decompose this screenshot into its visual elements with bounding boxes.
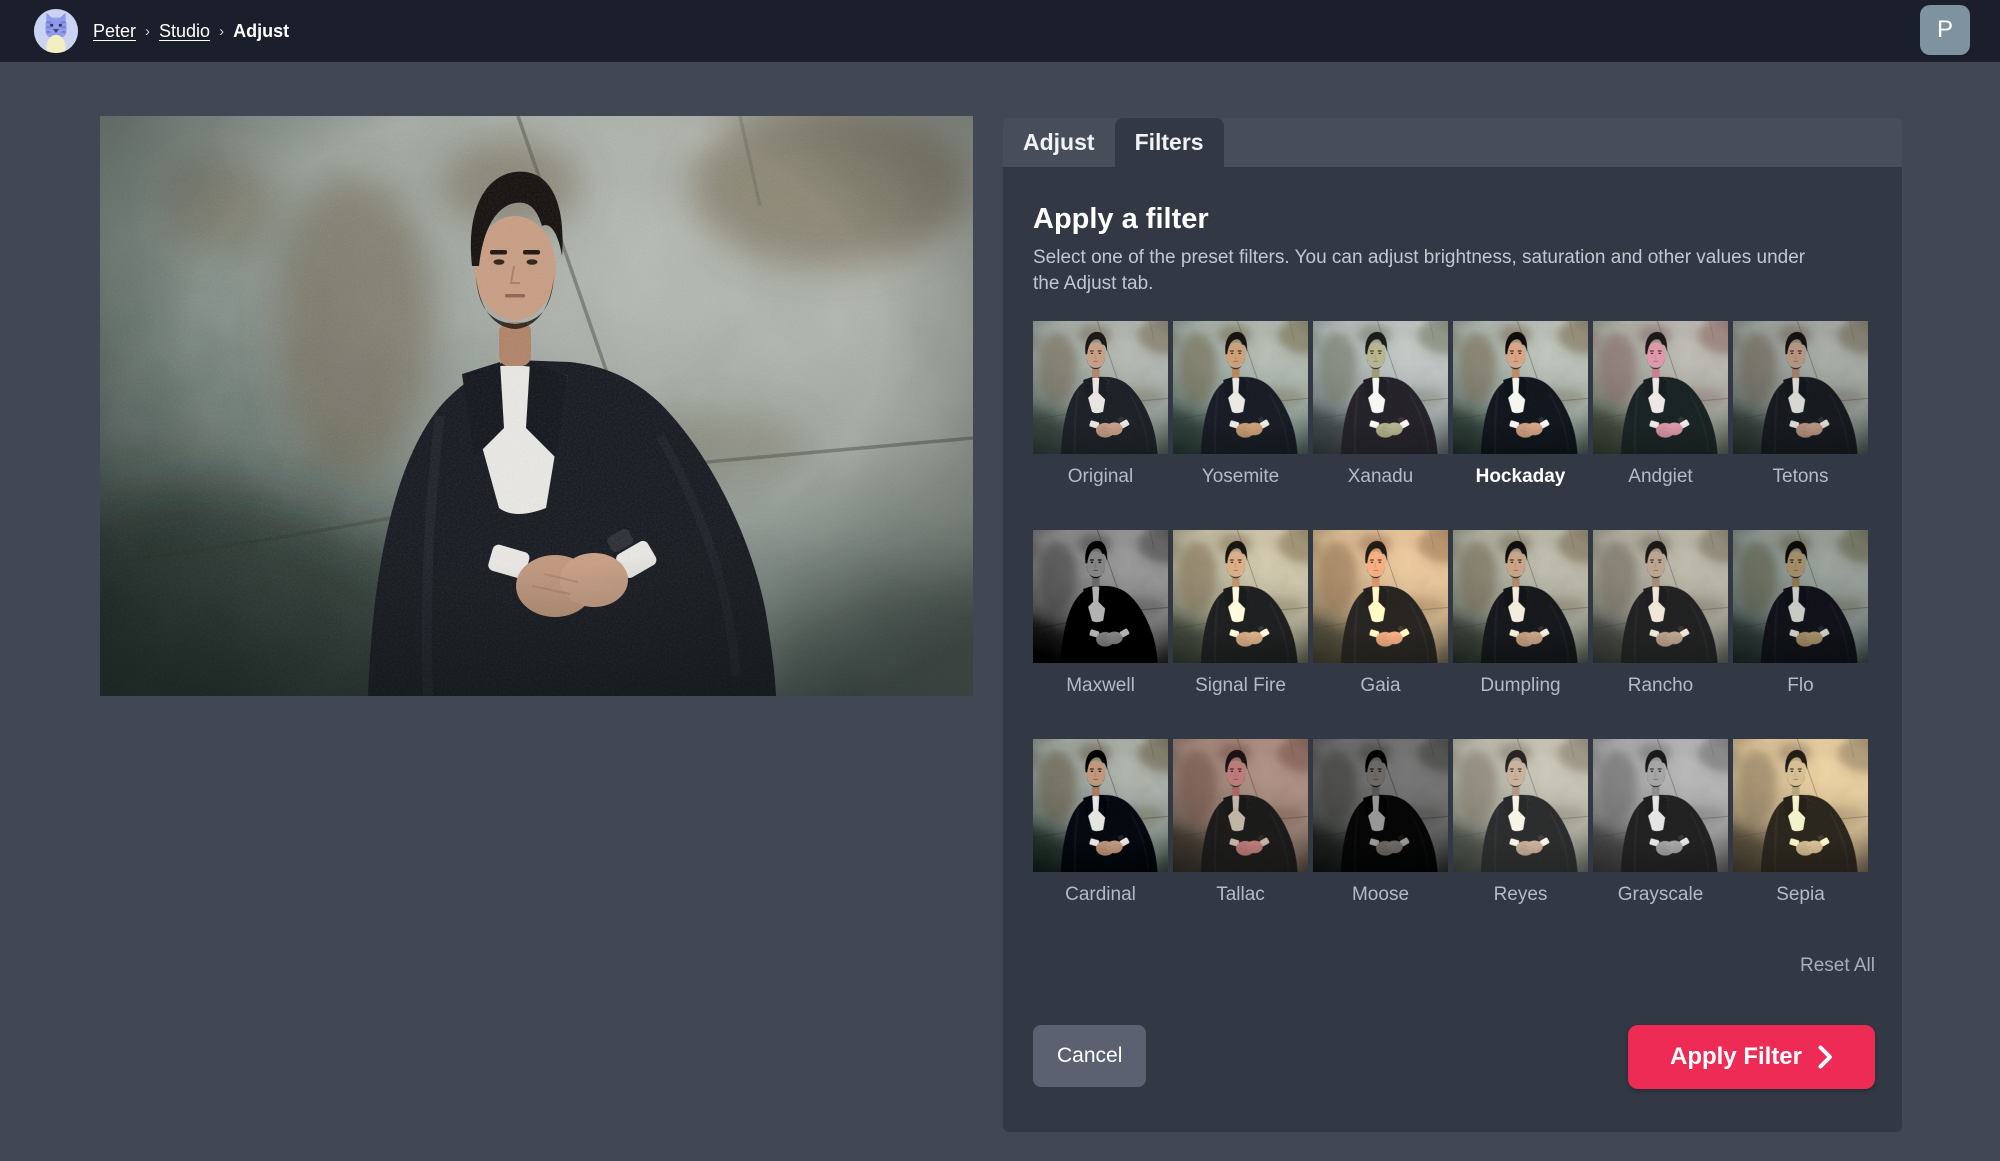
tab-adjust[interactable]: Adjust <box>1003 118 1115 167</box>
filter-option-gaia[interactable]: Gaia <box>1313 530 1448 697</box>
filter-label: Gaia <box>1313 675 1448 697</box>
filter-option-signal-fire[interactable]: Signal Fire <box>1173 530 1308 697</box>
panel-body: Apply a filter Select one of the preset … <box>1003 167 1902 1132</box>
filter-thumbnail <box>1453 321 1588 454</box>
filter-label: Hockaday <box>1453 466 1588 488</box>
filter-option-cardinal[interactable]: Cardinal <box>1033 739 1168 906</box>
breadcrumb-separator: › <box>219 23 224 40</box>
filter-label: Maxwell <box>1033 675 1168 697</box>
filter-thumbnail <box>1733 739 1868 872</box>
filter-option-sepia[interactable]: Sepia <box>1733 739 1868 906</box>
filter-option-andgiet[interactable]: Andgiet <box>1593 321 1728 488</box>
filter-thumbnail <box>1453 739 1588 872</box>
filter-thumbnail <box>1313 321 1448 454</box>
reset-row: Reset All <box>1800 955 1875 977</box>
filter-option-moose[interactable]: Moose <box>1313 739 1448 906</box>
filter-thumbnail <box>1453 530 1588 663</box>
apply-filter-label: Apply Filter <box>1670 1043 1802 1071</box>
filter-label: Original <box>1033 466 1168 488</box>
filter-label: Xanadu <box>1313 466 1448 488</box>
filter-thumbnail <box>1313 530 1448 663</box>
apply-filter-button[interactable]: Apply Filter <box>1628 1025 1875 1089</box>
filter-option-tetons[interactable]: Tetons <box>1733 321 1868 488</box>
filter-thumbnail <box>1593 739 1728 872</box>
breadcrumb-separator: › <box>145 23 150 40</box>
filter-thumbnail <box>1733 530 1868 663</box>
filter-option-maxwell[interactable]: Maxwell <box>1033 530 1168 697</box>
filter-thumbnail <box>1033 739 1168 872</box>
breadcrumb-current-adjust: Adjust <box>233 21 289 42</box>
filter-thumbnail <box>1033 530 1168 663</box>
filter-option-original[interactable]: Original <box>1033 321 1168 488</box>
filter-option-dumpling[interactable]: Dumpling <box>1453 530 1588 697</box>
user-badge[interactable]: P <box>1920 5 1970 55</box>
filter-thumbnail <box>1173 739 1308 872</box>
filter-label: Reyes <box>1453 884 1588 906</box>
filter-label: Tetons <box>1733 466 1868 488</box>
photo-preview <box>100 116 973 696</box>
chevron-right-icon <box>1818 1045 1833 1069</box>
portrait-photo <box>100 116 973 696</box>
filter-option-rancho[interactable]: Rancho <box>1593 530 1728 697</box>
filter-label: Dumpling <box>1453 675 1588 697</box>
filter-thumbnail <box>1173 321 1308 454</box>
filter-option-tallac[interactable]: Tallac <box>1173 739 1308 906</box>
filter-label: Signal Fire <box>1173 675 1308 697</box>
filter-label: Yosemite <box>1173 466 1308 488</box>
breadcrumb: Peter › Studio › Adjust <box>93 21 289 42</box>
filter-option-grayscale[interactable]: Grayscale <box>1593 739 1728 906</box>
app-root: Peter › Studio › Adjust P Adjust Filters… <box>0 0 2000 1161</box>
panel-description: Select one of the preset filters. You ca… <box>1033 245 1833 297</box>
filter-thumbnail <box>1313 739 1448 872</box>
filters-panel: Adjust Filters Apply a filter Select one… <box>1003 118 1902 1132</box>
actions-row: Cancel Apply Filter <box>1033 1025 1875 1089</box>
filter-thumbnail <box>1173 530 1308 663</box>
filter-label: Sepia <box>1733 884 1868 906</box>
filter-grid: Original Yosemite Xanadu Hockaday Andgie… <box>1033 321 1868 906</box>
filter-thumbnail <box>1593 530 1728 663</box>
filter-thumbnail <box>1733 321 1868 454</box>
cat-avatar-icon <box>33 8 79 54</box>
filter-option-hockaday[interactable]: Hockaday <box>1453 321 1588 488</box>
filter-option-reyes[interactable]: Reyes <box>1453 739 1588 906</box>
filter-thumbnail <box>1033 321 1168 454</box>
tab-bar: Adjust Filters <box>1003 118 1902 167</box>
filter-label: Tallac <box>1173 884 1308 906</box>
breadcrumb-link-studio[interactable]: Studio <box>159 21 210 42</box>
reset-all-link[interactable]: Reset All <box>1800 955 1875 976</box>
topbar: Peter › Studio › Adjust P <box>0 0 2000 62</box>
filter-label: Moose <box>1313 884 1448 906</box>
panel-title: Apply a filter <box>1033 203 1875 235</box>
filter-label: Flo <box>1733 675 1868 697</box>
tab-filters[interactable]: Filters <box>1115 118 1224 167</box>
filter-option-flo[interactable]: Flo <box>1733 530 1868 697</box>
breadcrumb-link-peter[interactable]: Peter <box>93 21 136 42</box>
filter-option-xanadu[interactable]: Xanadu <box>1313 321 1448 488</box>
filter-label: Andgiet <box>1593 466 1728 488</box>
filter-label: Cardinal <box>1033 884 1168 906</box>
filter-label: Grayscale <box>1593 884 1728 906</box>
filter-label: Rancho <box>1593 675 1728 697</box>
filter-option-yosemite[interactable]: Yosemite <box>1173 321 1308 488</box>
filter-thumbnail <box>1593 321 1728 454</box>
cancel-button[interactable]: Cancel <box>1033 1025 1146 1087</box>
